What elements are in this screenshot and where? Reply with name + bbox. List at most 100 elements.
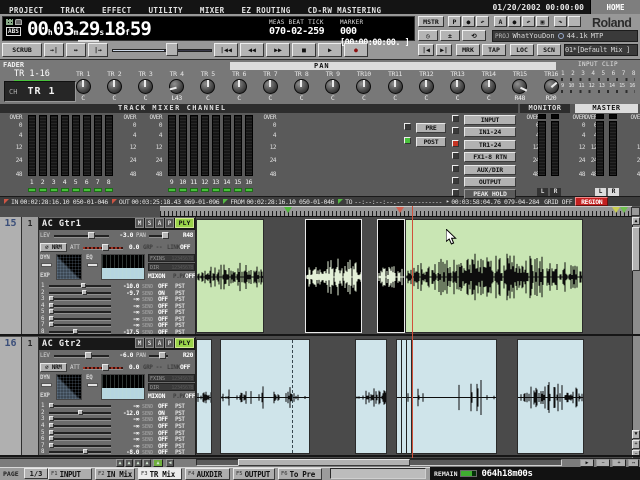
phrase-button[interactable]: P (165, 218, 174, 228)
audio-phrase-track16-2[interactable] (220, 339, 310, 454)
prev-marker-button[interactable]: |◀ (418, 44, 434, 56)
send-slider-handle[interactable] (49, 316, 54, 321)
punch-end-marker-icon[interactable] (620, 207, 628, 213)
send-slider-handle[interactable] (49, 309, 54, 314)
fkey-f6-button[interactable]: F6To Pre (278, 468, 322, 480)
blank-button[interactable] (568, 16, 581, 27)
send-slider[interactable] (49, 451, 111, 454)
fkey-f4-button[interactable]: F4AUXDIR (185, 468, 230, 480)
pan-knob[interactable] (107, 79, 122, 94)
peak-hold-button[interactable]: PEAK HOLD (464, 189, 516, 199)
send-slider-handle[interactable] (73, 329, 78, 334)
pan-knob[interactable] (169, 79, 184, 94)
auto-button[interactable]: A (155, 338, 164, 348)
send-slider-handle[interactable] (82, 290, 87, 295)
send-slider[interactable] (49, 418, 111, 421)
page-indicator[interactable]: 1/3 (24, 468, 48, 479)
pan-knob[interactable] (325, 79, 340, 94)
source-button-aux-dir[interactable]: AUX/DIR (464, 165, 516, 175)
source-led-tr1-24[interactable] (452, 140, 459, 147)
send-slider-handle[interactable] (49, 430, 54, 435)
zoom-fit-button[interactable]: ↔ (628, 459, 639, 467)
send-slider[interactable] (49, 425, 111, 428)
peak-hold-led-icon[interactable] (452, 189, 459, 196)
pan-knob[interactable] (294, 79, 309, 94)
audio-phrase-track16-1[interactable] (196, 339, 212, 454)
pan-knob[interactable] (544, 79, 559, 94)
source-led-in1-24[interactable] (452, 127, 459, 134)
source-button-tr1-24[interactable]: TR1-24 (464, 140, 516, 150)
horizontal-scroll-thumb[interactable] (238, 459, 410, 466)
now-marker-icon[interactable] (396, 207, 404, 213)
play-status-button[interactable]: PLY (175, 218, 194, 228)
preview-thru-button[interactable]: ↔ (66, 43, 86, 57)
send-slider[interactable] (49, 311, 111, 314)
send-slider-handle[interactable] (49, 443, 54, 448)
audio-phrase-track15-2[interactable] (305, 219, 362, 333)
source-button-output[interactable]: OUTPUT (464, 177, 516, 187)
phrase-button[interactable]: P (165, 338, 174, 348)
source-button-fx1-8-rtn[interactable]: FX1-8 RTN (464, 152, 516, 162)
send-slider[interactable] (49, 305, 111, 308)
post-button[interactable]: POST (416, 137, 446, 147)
send-slider-handle[interactable] (49, 296, 54, 301)
preview-from-button[interactable]: |→ (88, 43, 108, 57)
vtrack-number[interactable]: 1 (22, 337, 39, 455)
send-slider[interactable] (49, 331, 111, 334)
track-number[interactable]: 16 (0, 337, 22, 455)
pan-slider-handle[interactable] (162, 232, 169, 239)
pan-knob[interactable] (356, 79, 371, 94)
next-marker-button[interactable]: ▶| (436, 44, 452, 56)
send-slider-handle[interactable] (49, 403, 54, 408)
pan-knob[interactable] (138, 79, 153, 94)
audio-phrase-track16-6[interactable] (517, 339, 584, 454)
send-slider[interactable] (49, 324, 111, 327)
source-led-output[interactable] (452, 177, 459, 184)
track-select-button[interactable]: ▲ (153, 459, 163, 467)
send-slider-handle[interactable] (81, 283, 86, 288)
track-up-button-4[interactable]: ▲ (143, 459, 151, 467)
pan-knob[interactable] (388, 79, 403, 94)
pan-knob[interactable] (76, 79, 91, 94)
preview-to-button[interactable]: →| (44, 43, 64, 57)
audio-phrase-track16-5[interactable] (412, 339, 497, 454)
from-marker-icon[interactable] (284, 207, 292, 213)
audio-phrase-track15-3[interactable] (377, 219, 405, 333)
fkey-f3-button[interactable]: F3TR Mix (138, 468, 182, 480)
pan-knob[interactable] (419, 79, 434, 94)
dynamics-button[interactable] (41, 263, 52, 267)
phase-button[interactable]: ∅ NRM (40, 363, 67, 372)
eq-graph[interactable] (101, 254, 145, 280)
send-slider[interactable] (49, 432, 111, 435)
track-up-button-3[interactable]: ▲ (134, 459, 142, 467)
locator-button[interactable]: LOC (510, 44, 534, 56)
auto-rec-button[interactable]: ● (508, 16, 521, 27)
pre-button[interactable]: PRE (416, 123, 446, 133)
solo-button[interactable]: S (145, 218, 154, 228)
send-slider-handle[interactable] (49, 322, 54, 327)
fkey-f2-button[interactable]: F2IN Mix (95, 468, 135, 480)
redo-button[interactable]: ↷ (554, 16, 567, 27)
fkey-f1-button[interactable]: F1INPUT (48, 468, 92, 480)
vtrack-number[interactable]: 1 (22, 217, 39, 334)
rewind-button[interactable]: ◀◀ (240, 43, 264, 57)
audio-phrase-track16-4[interactable] (396, 339, 412, 454)
eq-graph[interactable] (101, 374, 145, 400)
loop-button[interactable]: ⟲ (462, 30, 486, 41)
record-button[interactable]: ● (344, 43, 368, 57)
punch-span-button[interactable]: ± (440, 30, 460, 41)
source-button-in1-24[interactable]: IN1-24 (464, 127, 516, 137)
send-slider[interactable] (49, 438, 111, 441)
source-led-fx1-8-rtn[interactable] (452, 152, 459, 159)
pan-knob[interactable] (481, 79, 496, 94)
send-slider[interactable] (49, 405, 111, 408)
send-slider[interactable] (49, 298, 111, 301)
level-slider[interactable] (54, 235, 109, 238)
mute-button[interactable]: M (135, 338, 144, 348)
home-button[interactable]: HOME (590, 0, 640, 14)
scrub-button[interactable]: SCRUB (2, 43, 42, 57)
audio-phrase-track15-4[interactable] (405, 219, 583, 333)
clock-button[interactable]: ◷ (418, 30, 438, 41)
ffwd-button[interactable]: ▶▶ (266, 43, 290, 57)
track-up-button-1[interactable]: ▲ (116, 459, 124, 467)
